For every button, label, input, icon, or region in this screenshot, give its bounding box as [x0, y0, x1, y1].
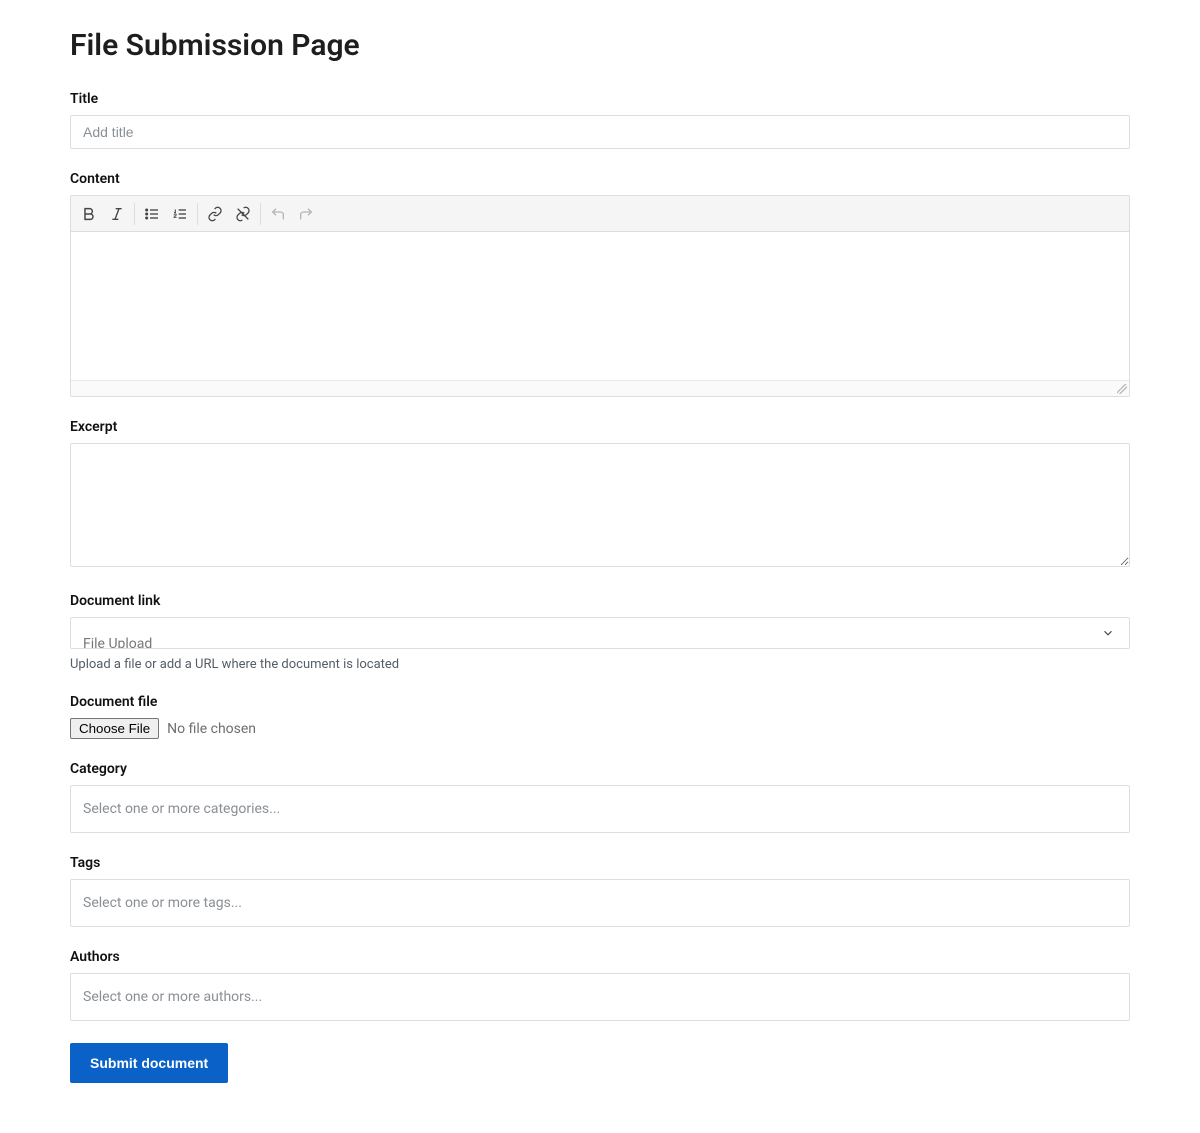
tags-select[interactable]: Select one or more tags...: [70, 879, 1130, 927]
bold-icon: [81, 206, 97, 222]
toolbar-separator: [134, 203, 135, 225]
editor-toolbar: [71, 196, 1129, 232]
link-icon: [207, 206, 223, 222]
authors-select[interactable]: Select one or more authors...: [70, 973, 1130, 1021]
submit-document-button[interactable]: Submit document: [70, 1043, 228, 1083]
document-link-selected: File Upload: [83, 636, 152, 649]
bullet-list-icon: [144, 206, 160, 222]
italic-icon: [109, 206, 125, 222]
numbered-list-icon: [172, 206, 188, 222]
tags-placeholder: Select one or more tags...: [83, 895, 242, 911]
redo-icon: [298, 206, 314, 222]
unlink-icon: [235, 206, 251, 222]
tags-label: Tags: [70, 855, 1130, 871]
rich-text-editor: [70, 195, 1130, 397]
category-select[interactable]: Select one or more categories...: [70, 785, 1130, 833]
page-title: File Submission Page: [70, 28, 1130, 63]
field-authors: Authors Select one or more authors...: [70, 949, 1130, 1021]
field-title: Title: [70, 91, 1130, 149]
field-category: Category Select one or more categories..…: [70, 761, 1130, 833]
document-link-select[interactable]: File Upload: [70, 617, 1130, 649]
authors-placeholder: Select one or more authors...: [83, 989, 262, 1005]
unlink-button[interactable]: [229, 200, 257, 228]
document-file-label: Document file: [70, 694, 1130, 710]
redo-button[interactable]: [292, 200, 320, 228]
excerpt-label: Excerpt: [70, 419, 1130, 435]
choose-file-button[interactable]: Choose File: [70, 718, 159, 739]
excerpt-textarea[interactable]: [70, 443, 1130, 567]
authors-label: Authors: [70, 949, 1130, 965]
category-label: Category: [70, 761, 1130, 777]
undo-icon: [270, 206, 286, 222]
file-chosen-status: No file chosen: [167, 721, 256, 737]
document-link-label: Document link: [70, 593, 1130, 609]
field-tags: Tags Select one or more tags...: [70, 855, 1130, 927]
content-editor-area[interactable]: [71, 232, 1129, 380]
title-input[interactable]: [70, 115, 1130, 149]
editor-resize-handle[interactable]: [71, 380, 1129, 396]
field-document-link: Document link File Upload Upload a file …: [70, 593, 1130, 672]
undo-button[interactable]: [264, 200, 292, 228]
document-link-help: Upload a file or add a URL where the doc…: [70, 657, 1130, 672]
field-content: Content: [70, 171, 1130, 397]
field-document-file: Document file Choose File No file chosen: [70, 694, 1130, 739]
file-chooser: Choose File No file chosen: [70, 718, 1130, 739]
bold-button[interactable]: [75, 200, 103, 228]
chevron-down-icon: [1101, 626, 1115, 640]
italic-button[interactable]: [103, 200, 131, 228]
toolbar-separator: [197, 203, 198, 225]
content-label: Content: [70, 171, 1130, 187]
category-placeholder: Select one or more categories...: [83, 801, 280, 817]
link-button[interactable]: [201, 200, 229, 228]
toolbar-separator: [260, 203, 261, 225]
file-submission-form: File Submission Page Title Content: [0, 0, 1200, 1133]
field-excerpt: Excerpt: [70, 419, 1130, 571]
bullet-list-button[interactable]: [138, 200, 166, 228]
numbered-list-button[interactable]: [166, 200, 194, 228]
title-label: Title: [70, 91, 1130, 107]
